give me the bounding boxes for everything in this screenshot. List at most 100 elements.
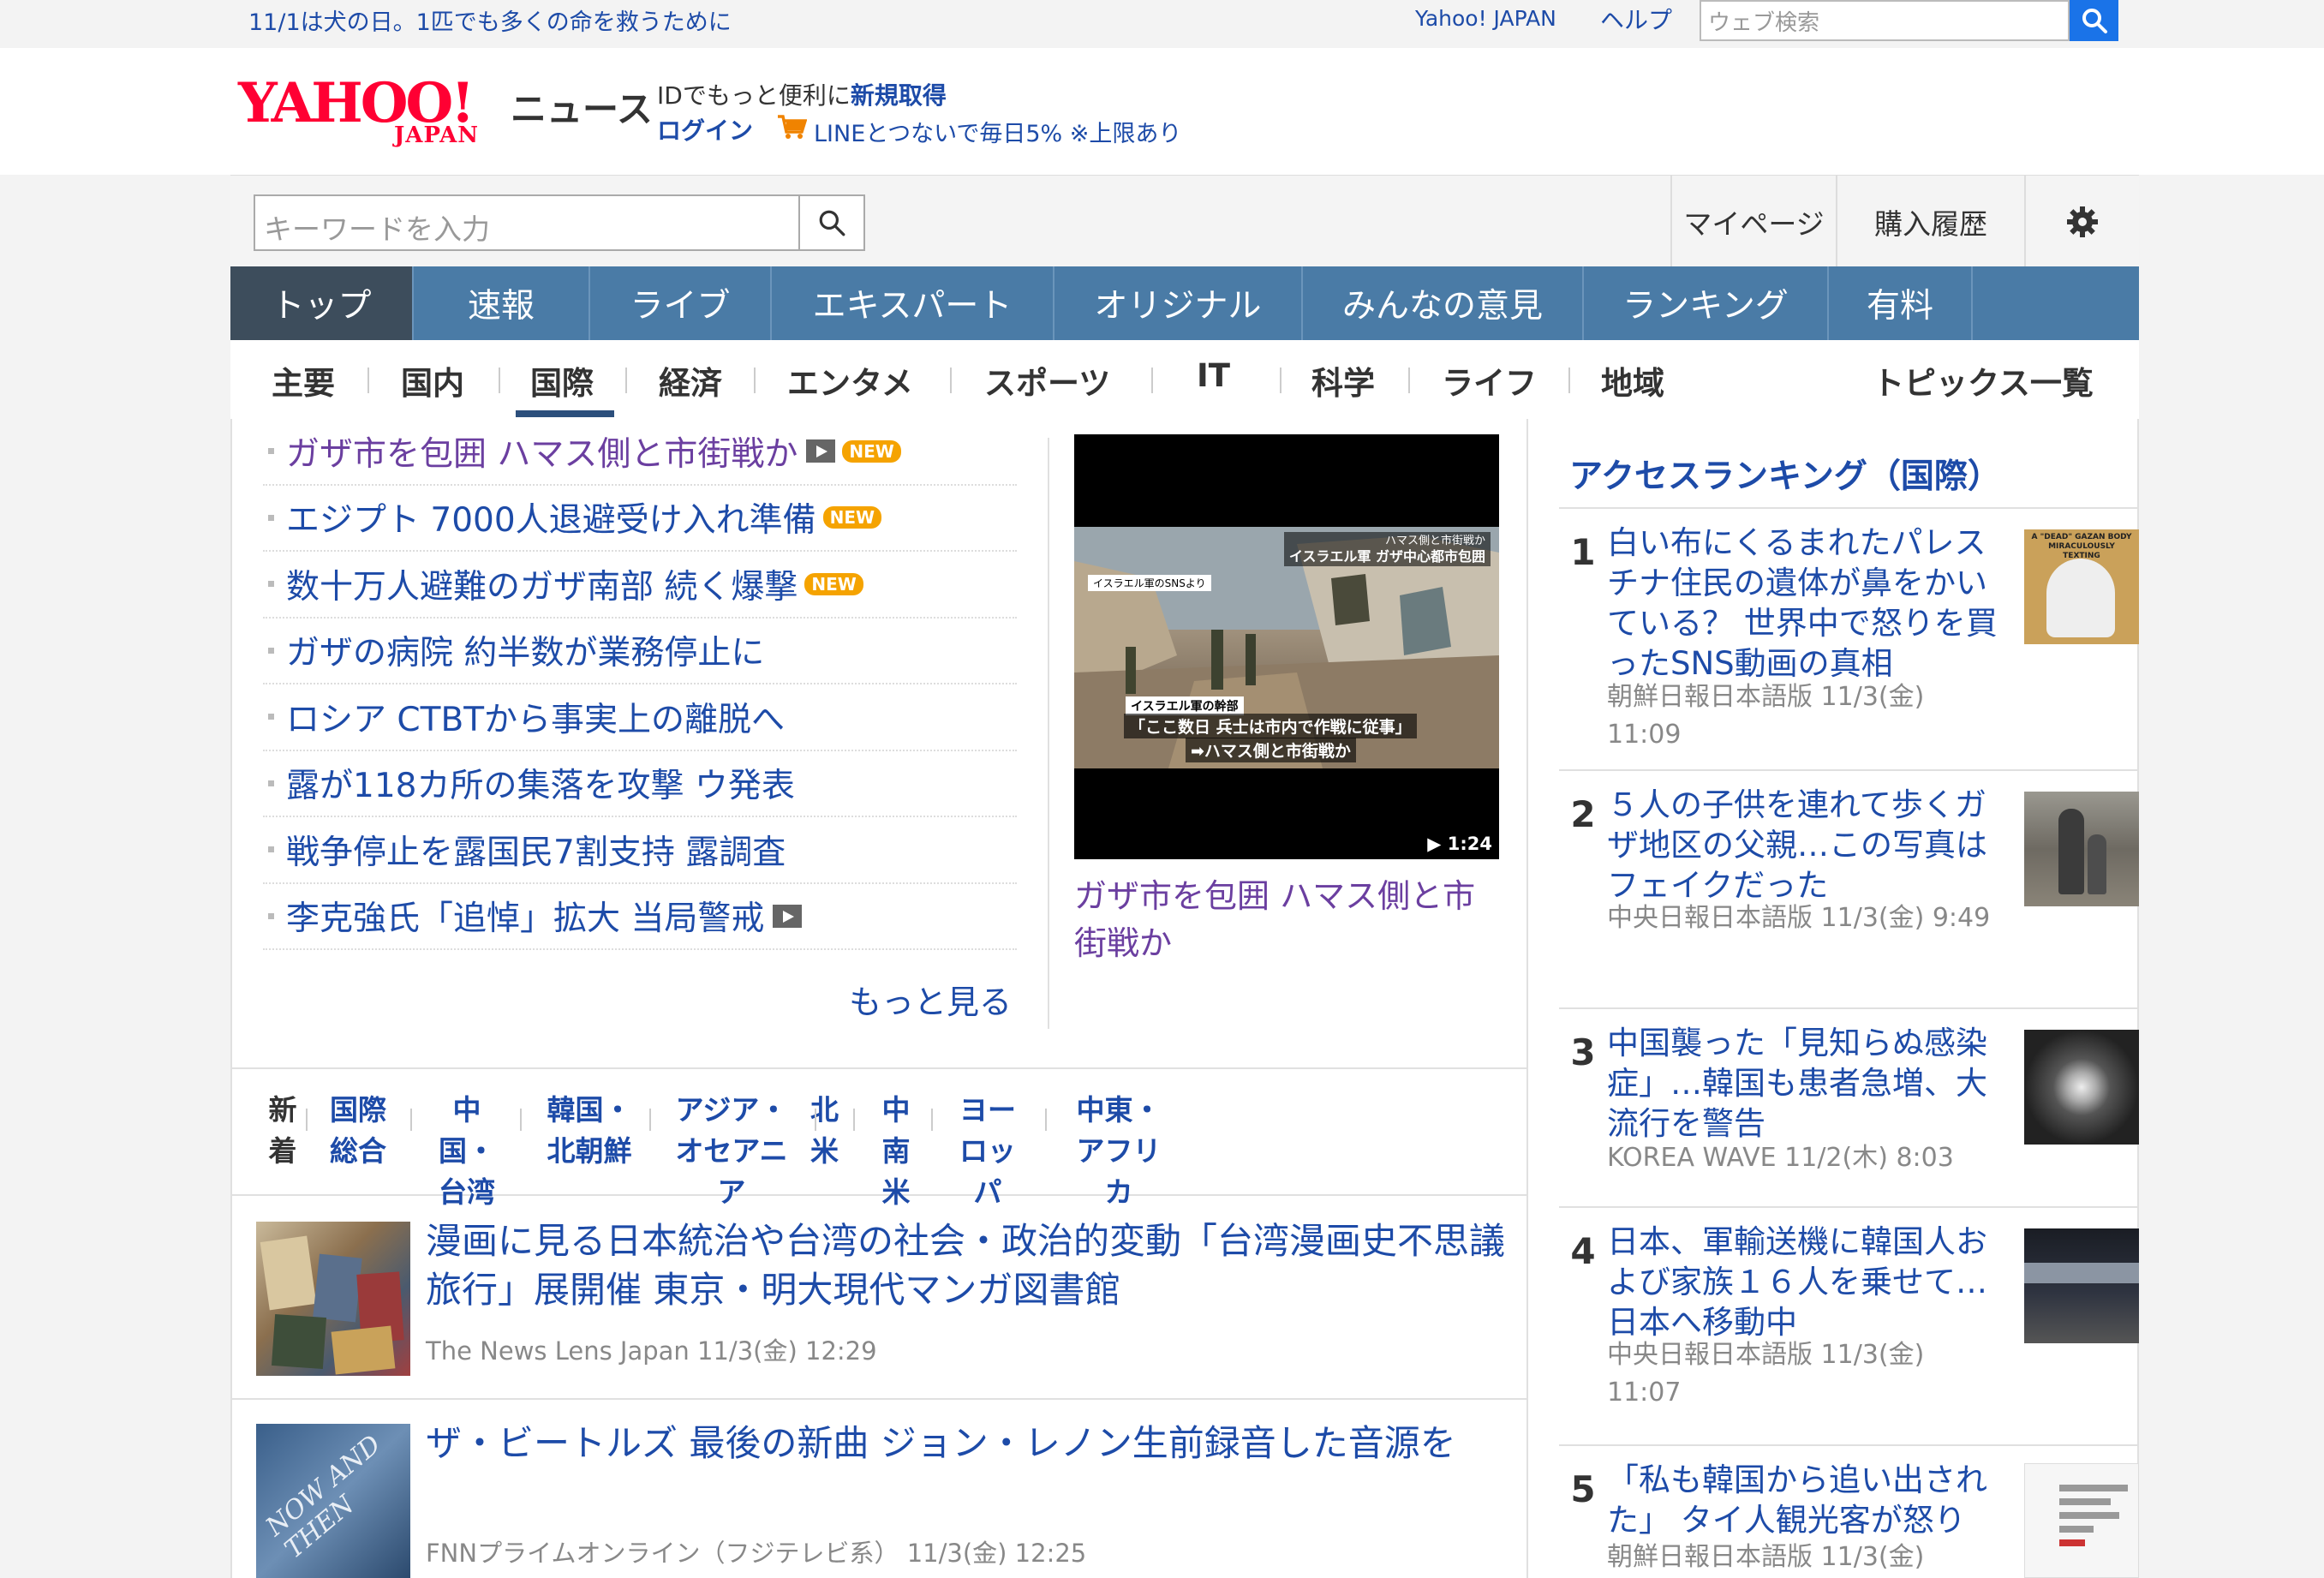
region-tab[interactable]: 中南米 [870,1090,922,1213]
topic-title[interactable]: ガザの病院 約半数が業務停止に [286,626,764,674]
topic-title[interactable]: 数十万人避難のガザ南部 続く爆撃 [286,560,798,608]
topic-item[interactable]: ロシア CTBTから事実上の離脱へ [263,684,1017,751]
article-title[interactable]: ザ・ビートルズ 最後の新曲 ジョン・レノン生前録音した音源を [426,1419,1514,1467]
signup-link[interactable]: 新規取得 [851,81,947,110]
more-topics-link[interactable]: もっと見る [849,976,1012,1023]
ranking-item[interactable]: 3 中国襲った「見知らぬ感染症」…韓国も患者急増、大流行を警告 KOREA WA… [1559,1007,2139,1206]
main-nav: トップ 速報 ライブ エキスパート オリジナル みんなの意見 ランキング 有料 [230,266,2139,340]
purchase-history-button[interactable]: 購入履歴 [1836,176,2024,267]
region-tab[interactable]: 韓国・北朝鮮 [545,1090,634,1172]
sub-nav-item[interactable]: 経済 [659,357,722,403]
topic-item[interactable]: ガザの病院 約半数が業務停止に [263,619,1017,684]
logo-section-text[interactable]: ニュース [511,81,653,133]
sub-nav-item[interactable]: 国際 [530,357,594,403]
settings-button[interactable] [2024,176,2139,267]
rank-meta: 朝鮮日報日本語版 11/3(金) [1607,1542,1925,1572]
web-search-input[interactable]: ウェブ検索 [1700,0,2070,41]
rank-title[interactable]: 白い布にくるまれたパレスチナ住民の遺体が鼻をかいている？ 世界中で怒りを買ったS… [1607,523,2005,684]
sub-nav-separator [950,368,952,393]
topic-title[interactable]: 戦争停止を露国民7割支持 露調査 [286,826,786,874]
sub-nav-item[interactable]: スポーツ [984,357,1110,403]
article-item[interactable]: 漫画に見る日本統治や台湾の社会・政治的変動「台湾漫画史不思議旅行」展開催 東京・… [232,1198,1526,1400]
video-overlay-quote: 「ここ数日 兵士は市内で作戦に従事」 [1124,714,1417,738]
help-link[interactable]: ヘルプ [1600,2,1672,36]
yahoo-news-logo[interactable]: YAHOO! JAPAN [238,74,504,149]
region-tab-separator [520,1109,522,1131]
topic-item[interactable]: 露が118カ所の集落を攻撃 ウ発表 [263,751,1017,817]
region-tab[interactable]: 国際総合 [328,1090,388,1172]
video-overlay-top-line2: イスラエル軍 ガザ中心都市包囲 [1288,548,1485,565]
topic-item[interactable]: ガザ市を包囲 ハマス側と市街戦か NEW [263,419,1017,486]
rank-meta: 中央日報日本語版 11/3(金) 9:49 [1607,903,1991,933]
sub-nav-item[interactable]: 主要 [272,357,335,403]
topic-title[interactable]: ガザ市を包囲 ハマス側と市街戦か [286,427,798,475]
topic-item[interactable]: 李克強氏「追悼」拡大 当局警戒 [263,884,1017,950]
sub-nav-item[interactable]: 国内 [401,357,464,403]
topic-title[interactable]: エジプト 7000人退避受け入れ準備 [286,493,816,541]
rank-title[interactable]: 「私も韓国から追い出された」 タイ人観光客が怒り [1607,1460,2005,1540]
region-tab[interactable]: 新着 [266,1090,299,1172]
region-tab[interactable]: ヨーロッパ [953,1090,1022,1213]
main-nav-item[interactable]: エキスパート [772,266,1054,340]
top-bar: 11/1は犬の日。1匹でも多くの命を救うために Yahoo! JAPAN ヘルプ… [0,0,2324,48]
main-nav-item[interactable]: トップ [230,266,414,340]
sub-nav-separator [1280,368,1281,393]
ranking-item[interactable]: 2 ５人の子供を連れて歩くガザ地区の父親…この写真はフェイクだった 中央日報日本… [1559,769,2139,1007]
topic-item[interactable]: 数十万人避難のガザ南部 続く爆撃 NEW [263,552,1017,619]
ranking-item[interactable]: 4 日本、軍輸送機に韓国人および家族１６人を乗せて…日本へ移動中 中央日報日本語… [1559,1206,2139,1444]
main-nav-item[interactable]: オリジナル [1054,266,1303,340]
main-nav-item[interactable]: ライブ [590,266,772,340]
topic-title[interactable]: 李克強氏「追悼」拡大 当局警戒 [286,892,764,940]
login-link[interactable]: ログイン [657,112,753,146]
sub-nav-item[interactable]: トピックス一覧 [1873,357,2094,403]
rank-thumbnail-bar [2059,1485,2128,1491]
video-icon [773,904,803,928]
region-tab[interactable]: 中国・台湾 [433,1090,501,1213]
rank-title[interactable]: ５人の子供を連れて歩くガザ地区の父親…この写真はフェイクだった [1607,785,2005,906]
main-nav-item[interactable]: みんなの意見 [1303,266,1584,340]
rank-meta: 朝鮮日報日本語版 11/3(金) 11:09 [1607,682,1925,750]
line-link[interactable]: LINEとつないで毎日5% ※上限あり [814,115,1181,148]
video-thumbnail[interactable]: ハマス側と市街戦か イスラエル軍 ガザ中心都市包囲 イスラエル軍のSNSより イ… [1074,434,1499,859]
rank-title[interactable]: 中国襲った「見知らぬ感染症」…韓国も患者急増、大流行を警告 [1607,1023,2005,1144]
article-thumbnail [256,1222,410,1376]
article-item[interactable]: NOW AND THEN ザ・ビートルズ 最後の新曲 ジョン・レノン生前録音した… [232,1400,1526,1578]
topic-title[interactable]: ロシア CTBTから事実上の離脱へ [286,693,785,741]
sub-nav-item[interactable]: IT [1197,357,1230,394]
main-nav-item[interactable]: 速報 [414,266,590,340]
rank-thumbnail-aircraft [2024,1263,2139,1283]
rank-title[interactable]: 日本、軍輸送機に韓国人および家族１６人を乗せて…日本へ移動中 [1607,1222,2005,1342]
web-search-button[interactable] [2070,0,2118,41]
promo-link[interactable]: 11/1は犬の日。1匹でも多くの命を救うために [248,3,732,37]
video-overlay-arrow: ➡ハマス側と市街戦か [1186,738,1356,762]
topic-title[interactable]: 露が118カ所の集落を攻撃 ウ発表 [286,759,795,807]
region-tab[interactable]: 北米 [810,1090,839,1172]
sub-nav-item[interactable]: エンタメ [787,357,913,403]
search-icon [819,210,845,236]
topic-item[interactable]: エジプト 7000人退避受け入れ準備 NEW [263,486,1017,552]
main-nav-item[interactable]: ランキング [1584,266,1829,340]
ranking-title: アクセスランキング（国際） [1569,457,2001,496]
sub-nav-separator [625,368,627,393]
rank-thumbnail [2024,1030,2139,1145]
rank-thumbnail-figure [2088,834,2106,894]
sub-nav-item[interactable]: ライフ [1442,357,1537,403]
main-nav-item[interactable]: 有料 [1829,266,1973,340]
yahoo-japan-link[interactable]: Yahoo! JAPAN [1415,6,1556,31]
sub-nav-item[interactable]: 科学 [1311,357,1375,403]
ranking-item[interactable]: 5 「私も韓国から追い出された」 タイ人観光客が怒り 朝鮮日報日本語版 11/3… [1559,1444,2139,1578]
ranking-item[interactable]: 1 白い布にくるまれたパレスチナ住民の遺体が鼻をかいている？ 世界中で怒りを買っ… [1559,507,2139,769]
article-title[interactable]: 漫画に見る日本統治や台湾の社会・政治的変動「台湾漫画史不思議旅行」展開催 東京・… [426,1216,1514,1314]
video-overlay-top: ハマス側と市街戦か イスラエル軍 ガザ中心都市包囲 [1283,532,1491,566]
region-tab[interactable]: アジア・オセアニア [667,1090,796,1213]
region-tab[interactable]: 中東・アフリカ [1063,1090,1174,1213]
mypage-button[interactable]: マイページ [1670,176,1836,267]
video-caption-link[interactable]: ガザ市を包囲 ハマス側と市街戦か [1074,873,1503,967]
search-icon [2082,9,2107,33]
topic-item[interactable]: 戦争停止を露国民7割支持 露調査 [263,817,1017,884]
rank-number: 4 [1570,1230,1596,1272]
keyword-search-input[interactable]: キーワードを入力 [254,194,798,251]
region-tab-separator [815,1109,816,1131]
keyword-search-button[interactable] [798,194,865,251]
sub-nav-item[interactable]: 地域 [1601,357,1664,403]
